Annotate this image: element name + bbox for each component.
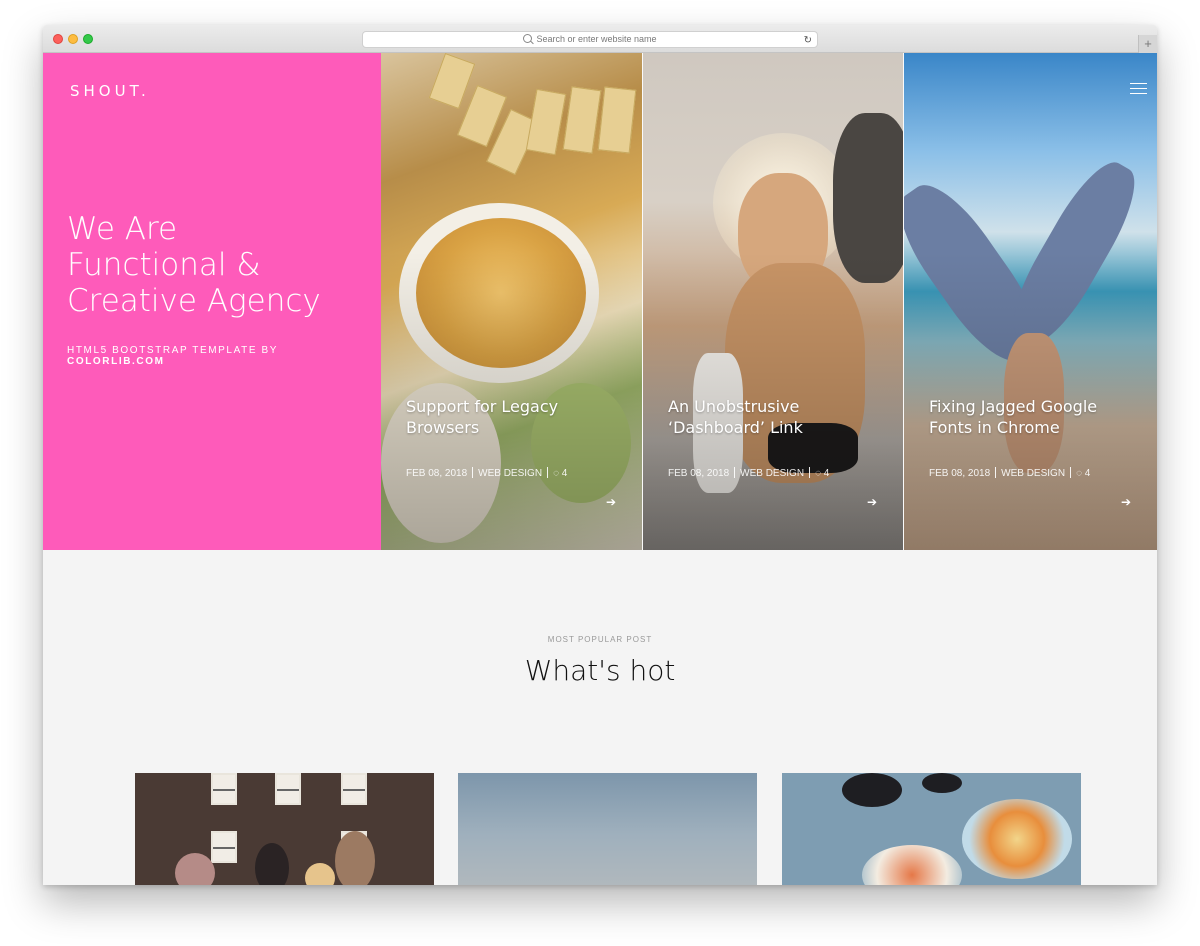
- meta-divider: [734, 467, 736, 478]
- post-date: FEB 08, 2018: [668, 468, 730, 479]
- post-date: FEB 08, 2018: [406, 468, 468, 479]
- post-title[interactable]: Fixing Jagged Google Fonts in Chrome: [929, 396, 1139, 438]
- address-placeholder: Search or enter website name: [536, 34, 657, 44]
- byline-text: HTML5 BOOTSTRAP TEMPLATE BY: [67, 345, 279, 356]
- menu-icon-line: [1130, 88, 1147, 89]
- post-category[interactable]: WEB DESIGN: [740, 468, 804, 479]
- post-card-2[interactable]: An Unobstrusive ‘Dashboard’ Link FEB 08,…: [643, 53, 903, 550]
- post-title[interactable]: Support for Legacy Browsers: [406, 396, 616, 438]
- menu-icon[interactable]: [1130, 83, 1147, 95]
- meta-divider: [809, 467, 811, 478]
- intro-panel: SHOUT. We Are Functional & Creative Agen…: [43, 53, 381, 550]
- person-image: [335, 831, 375, 885]
- menu-icon-line: [1130, 93, 1147, 94]
- meta-divider: [547, 467, 549, 478]
- comment-count: 4: [1084, 468, 1091, 479]
- popular-post-thumbnail-1[interactable]: [135, 773, 434, 885]
- post-title[interactable]: An Unobstrusive ‘Dashboard’ Link: [668, 396, 878, 438]
- new-tab-button[interactable]: +: [1138, 35, 1157, 53]
- person-image: [255, 843, 289, 885]
- window-image: [275, 773, 301, 805]
- byline-link[interactable]: COLORLIB.COM: [67, 356, 278, 367]
- comment-count: 4: [823, 468, 830, 479]
- post-meta: FEB 08, 2018 WEB DESIGN ◌ 4: [406, 467, 567, 479]
- comment-icon: ◌: [815, 468, 822, 479]
- post-meta: FEB 08, 2018 WEB DESIGN ◌ 4: [929, 467, 1090, 479]
- bowl-image: [962, 799, 1072, 879]
- headline-line-3: Creative Agency: [67, 283, 321, 319]
- browser-titlebar: Search or enter website name ↻ +: [43, 25, 1157, 53]
- comment-count: 4: [561, 468, 568, 479]
- comment-icon: ◌: [553, 468, 560, 479]
- hero-headline: We Are Functional & Creative Agency: [67, 211, 367, 319]
- meta-divider: [472, 467, 474, 478]
- headline-line-1: We Are: [67, 211, 178, 247]
- post-card-3[interactable]: Fixing Jagged Google Fonts in Chrome FEB…: [904, 53, 1157, 550]
- section-title: What's hot: [524, 654, 676, 687]
- arrow-right-icon[interactable]: ➔: [867, 495, 877, 509]
- popular-post-thumbnail-3[interactable]: [782, 773, 1081, 885]
- meta-divider: [1070, 467, 1072, 478]
- hero-section: SHOUT. We Are Functional & Creative Agen…: [43, 53, 1157, 550]
- post-category[interactable]: WEB DESIGN: [478, 468, 542, 479]
- search-icon: [523, 34, 533, 43]
- arrow-right-icon[interactable]: ➔: [1121, 495, 1131, 509]
- post-card-1[interactable]: Support for Legacy Browsers FEB 08, 2018…: [381, 53, 642, 550]
- close-window-button[interactable]: [53, 34, 63, 44]
- bowl-image: [862, 845, 962, 885]
- site-logo[interactable]: SHOUT.: [70, 82, 150, 100]
- section-kicker: MOST POPULAR POST: [547, 635, 653, 644]
- window-image: [341, 773, 367, 805]
- browser-window: Search or enter website name ↻ + SHOUT. …: [43, 25, 1157, 885]
- post-category[interactable]: WEB DESIGN: [1001, 468, 1065, 479]
- window-image: [211, 773, 237, 805]
- reload-icon[interactable]: ↻: [804, 33, 812, 48]
- window-image: [211, 831, 237, 863]
- minimize-window-button[interactable]: [68, 34, 78, 44]
- person-image: [305, 863, 335, 885]
- post-meta: FEB 08, 2018 WEB DESIGN ◌ 4: [668, 467, 829, 479]
- jug-image: [842, 773, 902, 807]
- menu-icon-line: [1130, 83, 1147, 84]
- arrow-right-icon[interactable]: ➔: [606, 495, 616, 509]
- post-date: FEB 08, 2018: [929, 468, 991, 479]
- person-image: [175, 853, 215, 885]
- cup-image: [922, 773, 962, 793]
- maximize-window-button[interactable]: [83, 34, 93, 44]
- meta-divider: [995, 467, 997, 478]
- address-bar[interactable]: Search or enter website name ↻: [362, 31, 818, 48]
- comment-icon: ◌: [1076, 468, 1083, 479]
- hero-byline: HTML5 BOOTSTRAP TEMPLATE BY COLORLIB.COM: [67, 345, 278, 367]
- headline-line-2: Functional &: [67, 247, 261, 283]
- popular-post-thumbnail-2[interactable]: [458, 773, 757, 885]
